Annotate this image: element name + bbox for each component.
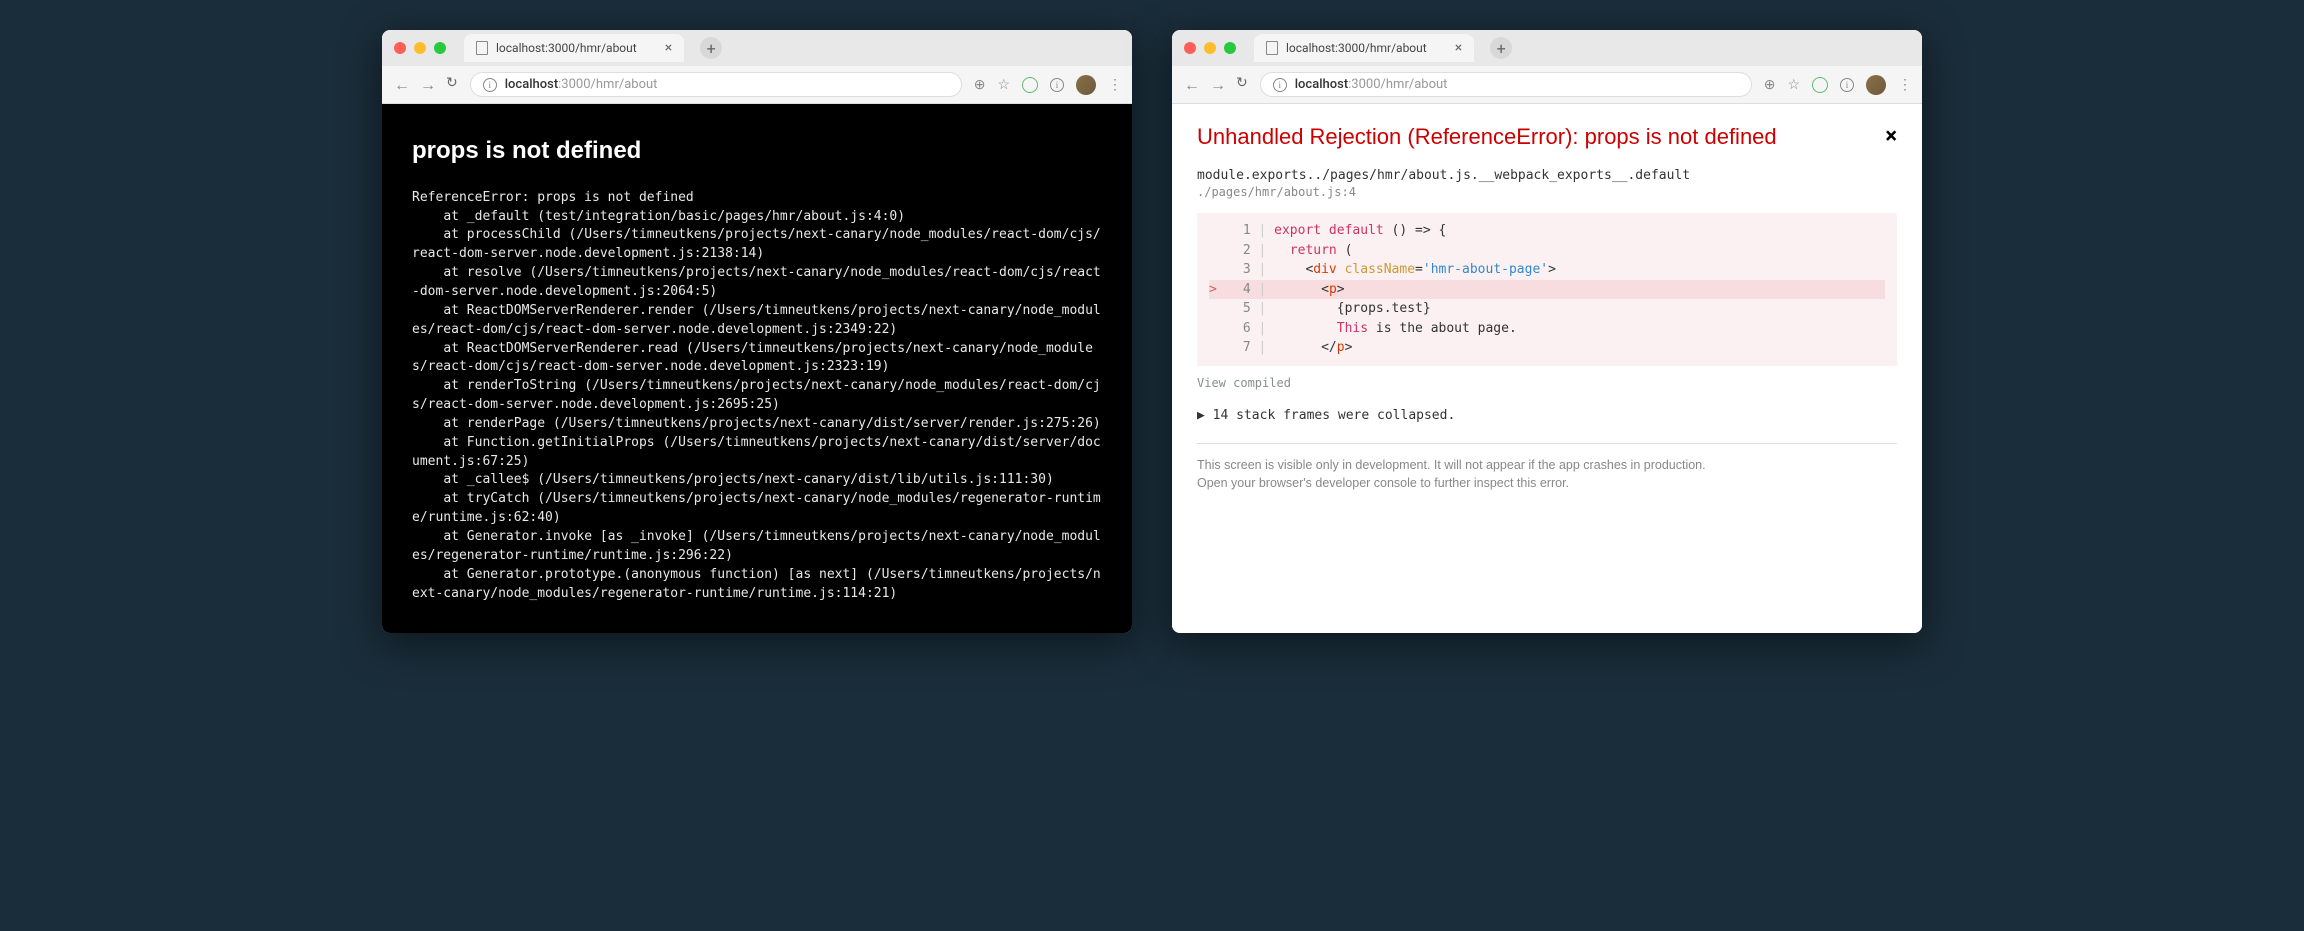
toolbar: ← → ↻ i localhost:3000/hmr/about ⊕ ☆ i ⋮: [382, 66, 1132, 104]
toolbar-right: ⊕ ☆ i ⋮: [1764, 75, 1910, 95]
maximize-window-button[interactable]: [434, 42, 446, 54]
file-location: ./pages/hmr/about.js:4: [1197, 185, 1897, 199]
traffic-lights: [1184, 42, 1236, 54]
error-header: Unhandled Rejection (ReferenceError): pr…: [1197, 124, 1897, 150]
extension-icon[interactable]: [1022, 77, 1038, 93]
footer-line-2: Open your browser's developer console to…: [1197, 474, 1897, 493]
forward-button[interactable]: →: [420, 75, 436, 95]
module-path: module.exports../pages/hmr/about.js.__we…: [1197, 168, 1897, 183]
browser-window-right: localhost:3000/hmr/about × + ← → ↻ i loc…: [1172, 30, 1922, 633]
extension-icon[interactable]: [1812, 77, 1828, 93]
url-host: localhost: [1295, 77, 1348, 92]
menu-icon[interactable]: ⋮: [1898, 77, 1910, 93]
close-tab-icon[interactable]: ×: [665, 40, 672, 56]
forward-button[interactable]: →: [1210, 75, 1226, 95]
address-bar[interactable]: i localhost:3000/hmr/about: [1260, 72, 1752, 97]
collapsed-stack-toggle[interactable]: ▶ 14 stack frames were collapsed.: [1197, 408, 1897, 423]
page-icon: [1266, 41, 1278, 55]
url-path: :3000/hmr/about: [1348, 77, 1447, 92]
reload-button[interactable]: ↻: [446, 75, 458, 95]
browser-tab[interactable]: localhost:3000/hmr/about ×: [1254, 34, 1474, 62]
toolbar-right: ⊕ ☆ i ⋮: [974, 75, 1120, 95]
code-line: 5 | {props.test}: [1209, 299, 1885, 319]
code-line: 1 | export default () => {: [1209, 221, 1885, 241]
code-line: > 4 | <p>: [1209, 280, 1885, 300]
new-tab-button[interactable]: +: [1490, 37, 1512, 59]
bookmark-icon[interactable]: ☆: [997, 77, 1010, 93]
zoom-icon[interactable]: ⊕: [1764, 77, 1776, 93]
url-host: localhost: [505, 77, 558, 92]
close-overlay-button[interactable]: ×: [1885, 124, 1897, 149]
minimize-window-button[interactable]: [414, 42, 426, 54]
reload-button[interactable]: ↻: [1236, 75, 1248, 95]
code-line: 6 | This is the about page.: [1209, 319, 1885, 339]
menu-icon[interactable]: ⋮: [1108, 77, 1120, 93]
stack-trace: ReferenceError: props is not defined at …: [412, 189, 1102, 604]
code-snippet: 1 | export default () => { 2 | return ( …: [1197, 213, 1897, 366]
url-path: :3000/hmr/about: [558, 77, 657, 92]
error-overlay: Unhandled Rejection (ReferenceError): pr…: [1172, 104, 1922, 633]
traffic-lights: [394, 42, 446, 54]
info-icon[interactable]: i: [1840, 78, 1854, 92]
divider: [1197, 443, 1897, 444]
tab-title: localhost:3000/hmr/about: [496, 41, 637, 55]
close-window-button[interactable]: [394, 42, 406, 54]
browser-window-left: localhost:3000/hmr/about × + ← → ↻ i loc…: [382, 30, 1132, 633]
titlebar: localhost:3000/hmr/about × +: [382, 30, 1132, 66]
site-info-icon[interactable]: i: [483, 78, 497, 92]
maximize-window-button[interactable]: [1224, 42, 1236, 54]
zoom-icon[interactable]: ⊕: [974, 77, 986, 93]
minimize-window-button[interactable]: [1204, 42, 1216, 54]
profile-avatar[interactable]: [1076, 75, 1096, 95]
view-compiled-link[interactable]: View compiled: [1197, 376, 1897, 390]
tab-title: localhost:3000/hmr/about: [1286, 41, 1427, 55]
nav-arrows: ← → ↻: [394, 75, 458, 95]
error-page-dark: props is not defined ReferenceError: pro…: [382, 104, 1132, 633]
back-button[interactable]: ←: [1184, 75, 1200, 95]
close-window-button[interactable]: [1184, 42, 1196, 54]
error-heading: Unhandled Rejection (ReferenceError): pr…: [1197, 124, 1777, 150]
code-line: 3 | <div className='hmr-about-page'>: [1209, 260, 1885, 280]
titlebar: localhost:3000/hmr/about × +: [1172, 30, 1922, 66]
address-bar[interactable]: i localhost:3000/hmr/about: [470, 72, 962, 97]
nav-arrows: ← → ↻: [1184, 75, 1248, 95]
new-tab-button[interactable]: +: [700, 37, 722, 59]
page-icon: [476, 41, 488, 55]
code-line: 7 | </p>: [1209, 338, 1885, 358]
back-button[interactable]: ←: [394, 75, 410, 95]
info-icon[interactable]: i: [1050, 78, 1064, 92]
toolbar: ← → ↻ i localhost:3000/hmr/about ⊕ ☆ i ⋮: [1172, 66, 1922, 104]
site-info-icon[interactable]: i: [1273, 78, 1287, 92]
code-line: 2 | return (: [1209, 241, 1885, 261]
bookmark-icon[interactable]: ☆: [1787, 77, 1800, 93]
profile-avatar[interactable]: [1866, 75, 1886, 95]
close-tab-icon[interactable]: ×: [1455, 40, 1462, 56]
footer-line-1: This screen is visible only in developme…: [1197, 456, 1897, 475]
error-heading: props is not defined: [412, 134, 1102, 169]
browser-tab[interactable]: localhost:3000/hmr/about ×: [464, 34, 684, 62]
